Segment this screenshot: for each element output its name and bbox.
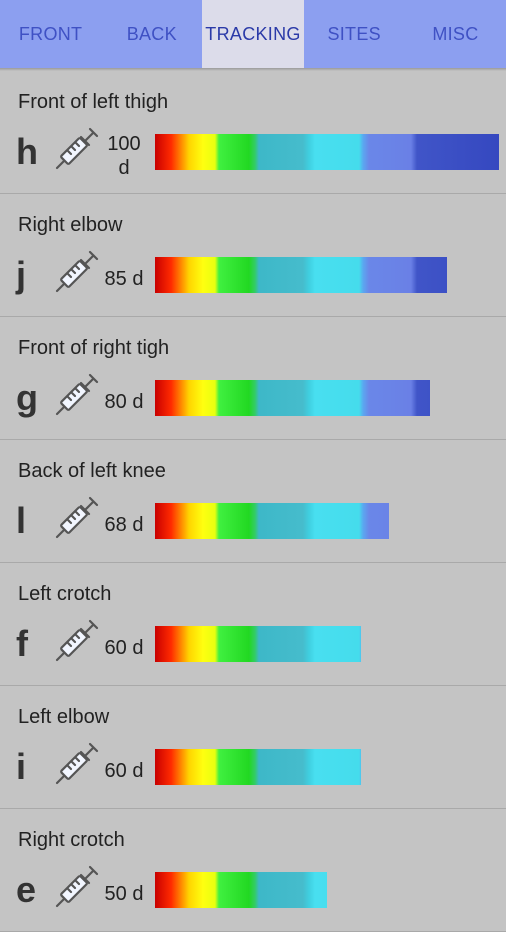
tab-front[interactable]: FRONT xyxy=(0,0,101,68)
days-bar xyxy=(155,380,430,416)
tab-sites[interactable]: SITES xyxy=(304,0,405,68)
list-item[interactable]: Front of right tigh g 80 d xyxy=(0,317,506,440)
site-name: Front of left thigh xyxy=(18,91,169,113)
site-name: Front of right tigh xyxy=(18,337,170,359)
site-name: Left elbow xyxy=(18,706,110,728)
site-name: Back of left knee xyxy=(18,460,166,482)
days-bar xyxy=(155,872,327,908)
days-bar xyxy=(155,134,499,170)
site-name: Right elbow xyxy=(18,214,123,236)
tab-misc[interactable]: MISC xyxy=(405,0,506,68)
list-item[interactable]: Back of left knee l 68 d xyxy=(0,440,506,563)
site-letter: e xyxy=(16,869,37,910)
tab-back[interactable]: BACK xyxy=(101,0,202,68)
days-label: 100 d xyxy=(107,133,141,179)
list-item[interactable]: Front of left thigh h 100 d xyxy=(0,71,506,194)
list-item[interactable]: Right elbow j 85 d xyxy=(0,194,506,317)
syringe-icon xyxy=(54,371,100,417)
days-bar xyxy=(155,257,447,293)
syringe-icon xyxy=(54,740,100,786)
site-name: Right crotch xyxy=(18,829,125,851)
tab-tracking[interactable]: TRACKING xyxy=(202,0,304,68)
days-label: 85 d xyxy=(104,268,144,290)
site-name: Left crotch xyxy=(18,583,112,605)
site-letter: h xyxy=(16,131,38,172)
days-label: 60 d xyxy=(104,760,144,782)
list-item[interactable]: Left elbow i 60 d xyxy=(0,686,506,809)
days-label: 80 d xyxy=(104,391,144,413)
days-label: 60 d xyxy=(104,637,144,659)
site-letter: i xyxy=(16,746,27,787)
site-letter: l xyxy=(16,500,27,541)
tab-bar: FRONT BACK TRACKING SITES MISC xyxy=(0,0,506,68)
days-label: 50 d xyxy=(104,883,144,905)
days-bar xyxy=(155,749,361,785)
list-item[interactable]: Right crotch e 50 d xyxy=(0,809,506,932)
tracking-list: Front of left thigh h 100 d Right elbow j 85 … xyxy=(0,71,506,932)
days-bar xyxy=(155,626,361,662)
site-letter: g xyxy=(16,377,38,418)
days-bar xyxy=(155,503,389,539)
site-letter: f xyxy=(16,623,28,664)
days-label: 68 d xyxy=(104,514,144,536)
site-letter: j xyxy=(16,254,27,295)
syringe-icon xyxy=(54,494,100,540)
syringe-icon xyxy=(54,617,100,663)
syringe-icon xyxy=(54,125,100,171)
syringe-icon xyxy=(54,863,100,909)
syringe-icon xyxy=(54,248,100,294)
list-item[interactable]: Left crotch f 60 d xyxy=(0,563,506,686)
